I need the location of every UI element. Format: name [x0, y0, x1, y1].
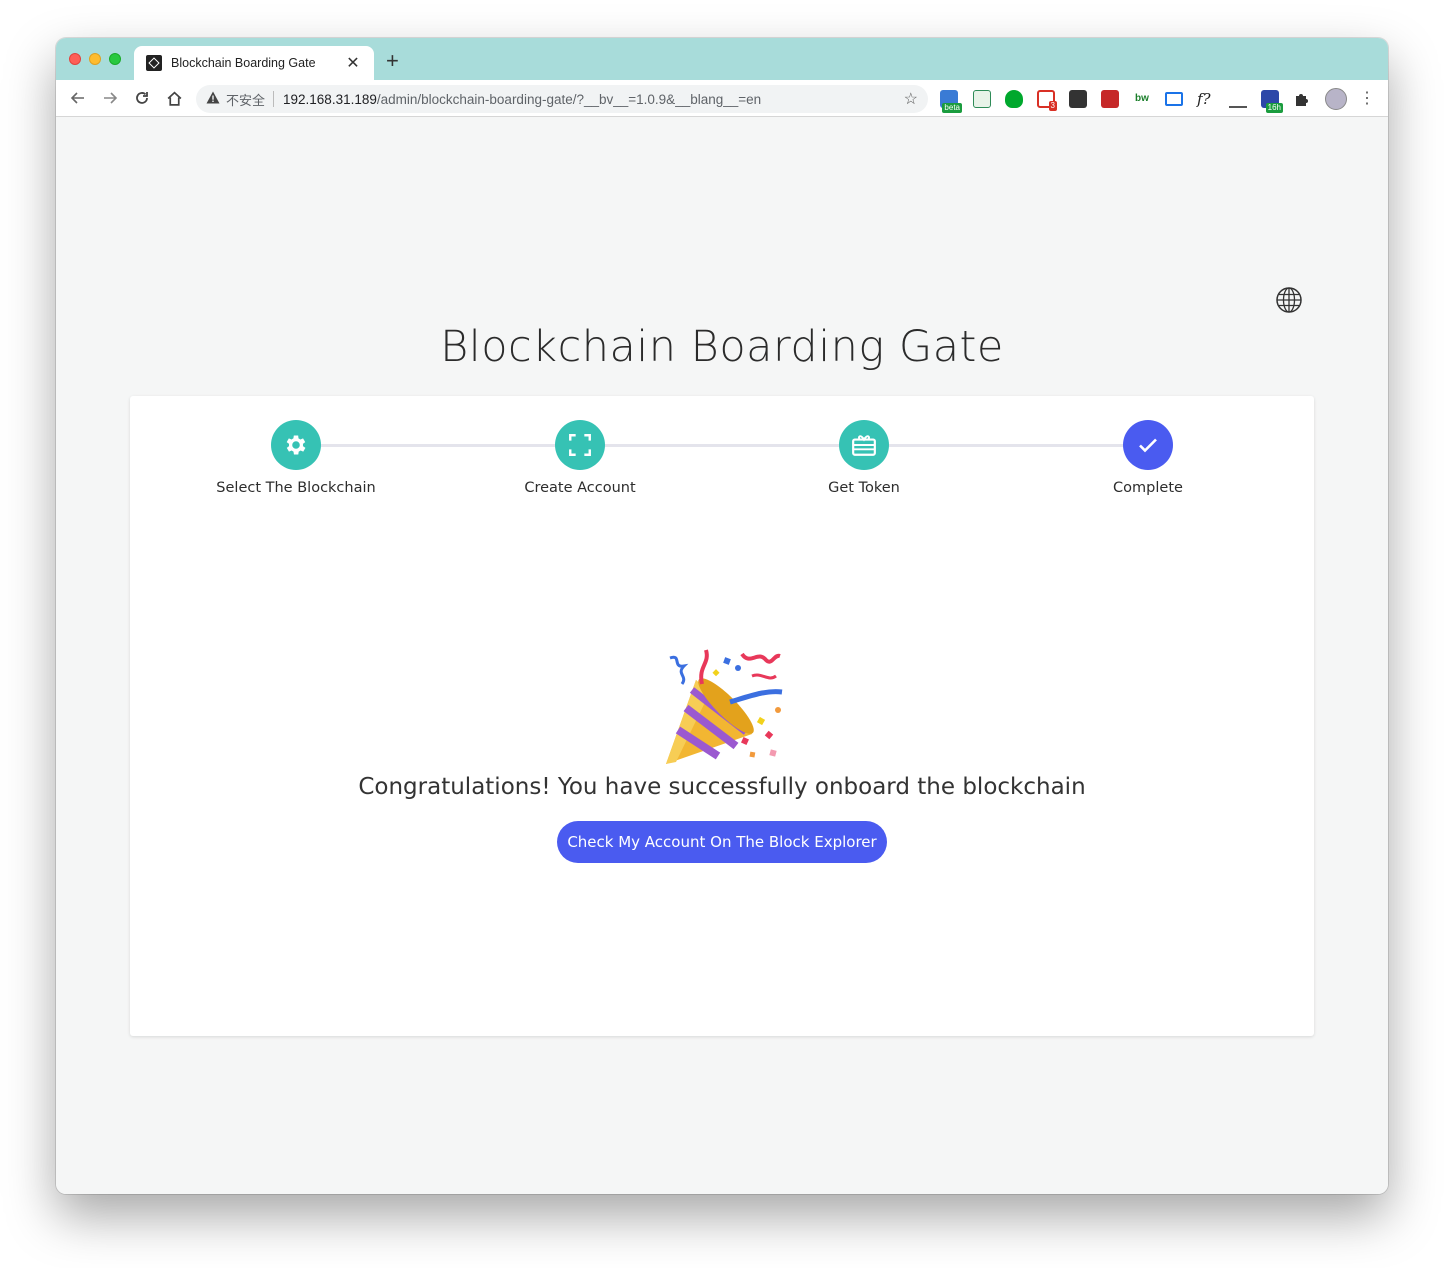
site-favicon-icon	[146, 55, 162, 71]
beta-extension-icon[interactable]: beta	[940, 90, 962, 113]
step-label: Select The Blockchain	[216, 480, 376, 496]
new-extension-icon[interactable]	[1069, 90, 1087, 108]
red-extension-icon[interactable]	[1101, 90, 1119, 108]
forward-arrow-icon[interactable]	[97, 85, 123, 111]
sheet-extension-icon[interactable]	[973, 90, 991, 108]
page-content: Blockchain Boarding Gate Select The Bloc…	[56, 117, 1388, 1194]
timer-extension-icon[interactable]: 16h	[1261, 90, 1283, 113]
window-close-button[interactable]	[69, 53, 81, 65]
bookmark-star-icon[interactable]: ☆	[904, 89, 918, 109]
page-title: Blockchain Boarding Gate	[440, 322, 1004, 372]
browser-tab[interactable]: Blockchain Boarding Gate ✕	[134, 46, 374, 80]
step-label: Create Account	[524, 480, 636, 496]
tab-strip: Blockchain Boarding Gate ✕ +	[56, 38, 1388, 80]
reload-icon[interactable]	[129, 85, 155, 111]
profile-avatar[interactable]	[1325, 88, 1347, 110]
security-label[interactable]: 不安全	[226, 90, 265, 109]
bw-extension-icon[interactable]: bw	[1133, 90, 1151, 108]
gmail-extension-icon[interactable]: 3	[1037, 90, 1057, 111]
steps-connector	[296, 444, 1148, 447]
success-message: Congratulations! You have successfully o…	[358, 774, 1086, 800]
step-get-token: Get Token	[764, 420, 964, 496]
gift-card-icon	[839, 420, 889, 470]
browser-window: Blockchain Boarding Gate ✕ + 不安全 192.168…	[56, 38, 1388, 1194]
ens-extension-icon[interactable]	[1229, 90, 1247, 108]
evernote-extension-icon[interactable]	[1005, 90, 1023, 108]
globe-icon[interactable]	[1275, 286, 1303, 314]
warning-icon	[206, 91, 220, 107]
onboarding-card: Select The Blockchain Create Account Get…	[130, 396, 1314, 1036]
browser-menu-icon[interactable]: ⋮	[1354, 85, 1380, 111]
url-text[interactable]: 192.168.31.189/admin/blockchain-boarding…	[283, 92, 904, 107]
fx-extension-icon[interactable]: f?	[1197, 90, 1215, 108]
tab-close-icon[interactable]: ✕	[344, 53, 362, 73]
step-label: Complete	[1113, 480, 1183, 496]
address-bar[interactable]: 不安全 192.168.31.189/admin/blockchain-boar…	[196, 85, 928, 113]
omnibox-separator	[273, 91, 275, 107]
step-complete: Complete	[1048, 420, 1248, 496]
url-host: 192.168.31.189	[283, 91, 377, 107]
new-tab-button[interactable]: +	[386, 50, 399, 72]
party-popper-icon	[658, 646, 786, 774]
gear-icon	[271, 420, 321, 470]
scan-icon	[555, 420, 605, 470]
back-arrow-icon[interactable]	[65, 85, 91, 111]
step-select-blockchain: Select The Blockchain	[196, 420, 396, 496]
window-maximize-button[interactable]	[109, 53, 121, 65]
puzzle-extension-icon[interactable]	[1293, 90, 1311, 108]
step-create-account: Create Account	[480, 420, 680, 496]
tab-title: Blockchain Boarding Gate	[171, 56, 316, 70]
screen-extension-icon[interactable]	[1165, 92, 1183, 106]
check-account-button[interactable]: Check My Account On The Block Explorer	[557, 821, 887, 863]
url-path: /admin/blockchain-boarding-gate/?__bv__=…	[376, 91, 762, 107]
browser-toolbar: 不安全 192.168.31.189/admin/blockchain-boar…	[56, 80, 1388, 117]
window-minimize-button[interactable]	[89, 53, 101, 65]
check-icon	[1123, 420, 1173, 470]
step-label: Get Token	[828, 480, 900, 496]
home-icon[interactable]	[161, 85, 187, 111]
